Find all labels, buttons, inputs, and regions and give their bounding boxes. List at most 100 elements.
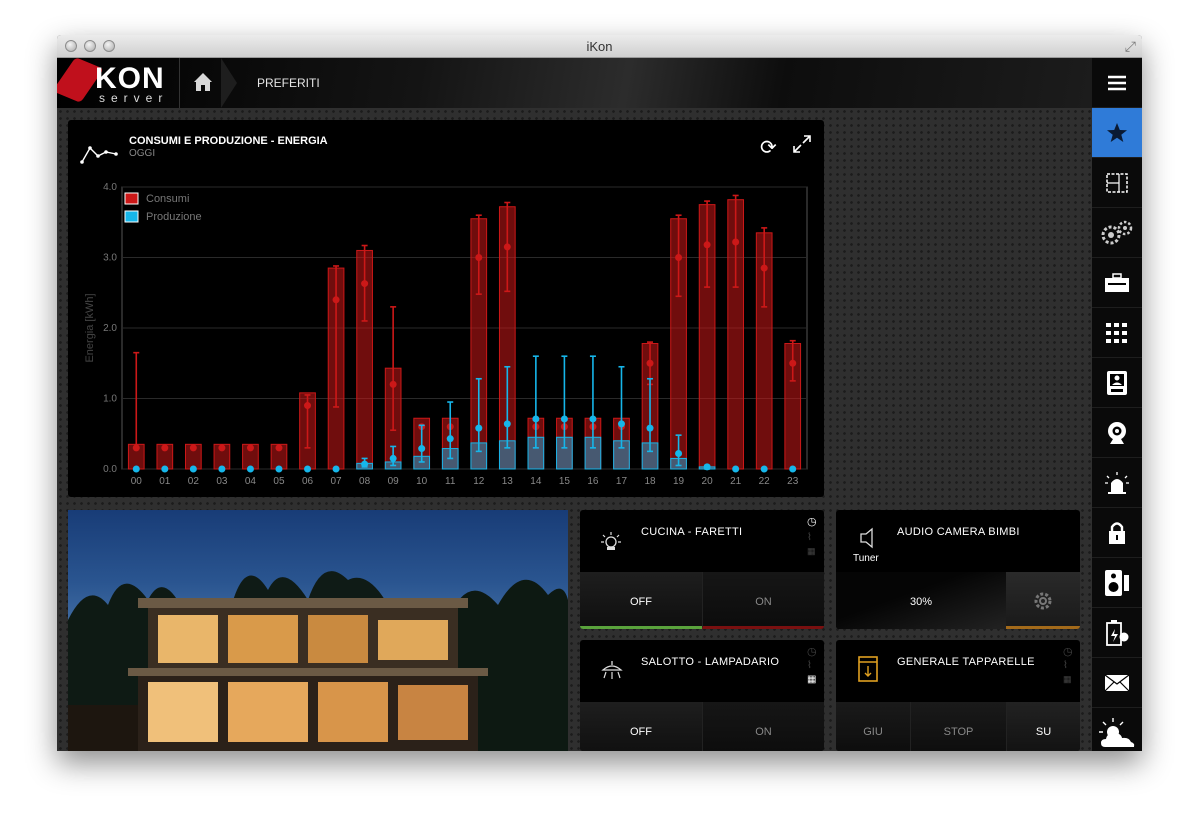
logo-subtext: server bbox=[99, 91, 169, 105]
consumi-point bbox=[675, 254, 683, 261]
volume-control[interactable]: 30% bbox=[836, 572, 1006, 629]
sidebar-item-favorites[interactable] bbox=[1092, 108, 1142, 158]
floorplan-icon bbox=[1106, 172, 1128, 193]
sidebar-item-lock[interactable] bbox=[1092, 508, 1142, 558]
speaker-box-icon bbox=[1105, 569, 1129, 596]
sidebar-item-keypad[interactable] bbox=[1092, 308, 1142, 358]
salotto-on-button[interactable]: ON bbox=[702, 702, 824, 751]
sidebar-item-mail[interactable] bbox=[1092, 658, 1142, 708]
menu-icon bbox=[1108, 75, 1126, 90]
y-tick-label: 2.0 bbox=[103, 323, 117, 334]
window-title: iKon bbox=[586, 39, 613, 54]
produzione-point bbox=[332, 465, 340, 473]
audio-settings-button[interactable] bbox=[1006, 572, 1080, 629]
cucina-off-button[interactable]: OFF bbox=[580, 572, 702, 629]
x-tick-label: 00 bbox=[131, 476, 143, 487]
produzione-point bbox=[304, 465, 312, 473]
chandelier-icon bbox=[601, 661, 623, 679]
shutter-icon bbox=[858, 656, 878, 682]
app-header: KON server PREFERITI bbox=[57, 57, 1092, 108]
legend-swatch bbox=[124, 192, 139, 205]
x-tick-label: 13 bbox=[502, 476, 514, 487]
main-content: CONSUMI E PRODUZIONE - ENERGIA OGGI ⟳ 0.… bbox=[57, 108, 1092, 751]
spotlight-icon bbox=[601, 532, 621, 550]
consumi-point bbox=[132, 444, 140, 452]
consumi-point bbox=[361, 280, 369, 288]
x-tick-label: 02 bbox=[188, 476, 200, 487]
legend-label: Consumi bbox=[146, 193, 189, 205]
home-icon bbox=[194, 73, 212, 91]
tapparelle-stop-button[interactable]: STOP bbox=[910, 702, 1006, 751]
salotto-off-button[interactable]: OFF bbox=[580, 702, 702, 751]
tile-label: CUCINA - FARETTI bbox=[641, 526, 743, 538]
tile-generale-tapparelle: GENERALE TAPPARELLE ◷ ⌇ ▦ GIU STOP SU bbox=[836, 640, 1080, 751]
x-tick-label: 19 bbox=[673, 476, 685, 487]
grid-small-icon: ▦ bbox=[1063, 674, 1072, 684]
cucina-on-button[interactable]: ON bbox=[702, 572, 824, 629]
produzione-point bbox=[703, 463, 711, 471]
sidebar-item-floorplan[interactable] bbox=[1092, 158, 1142, 208]
produzione-point bbox=[161, 465, 169, 473]
x-tick-label: 16 bbox=[587, 476, 599, 487]
consumi-point bbox=[246, 444, 254, 452]
x-tick-label: 01 bbox=[159, 476, 171, 487]
x-tick-label: 21 bbox=[730, 476, 742, 487]
gear-icon bbox=[1034, 592, 1052, 610]
sidebar-item-settings[interactable] bbox=[1092, 208, 1142, 258]
produzione-point bbox=[218, 465, 226, 473]
camera-icon bbox=[1108, 421, 1126, 444]
menu-button[interactable] bbox=[1092, 58, 1142, 108]
x-tick-label: 14 bbox=[530, 476, 542, 487]
produzione-point bbox=[275, 465, 283, 473]
energy-chart-widget: CONSUMI E PRODUZIONE - ENERGIA OGGI ⟳ 0.… bbox=[68, 120, 824, 497]
fullscreen-icon[interactable]: ⤢ bbox=[1125, 38, 1136, 55]
chart-small-icon: ⌇ bbox=[807, 660, 812, 671]
x-tick-label: 10 bbox=[416, 476, 428, 487]
grid-small-icon[interactable]: ▦ bbox=[807, 674, 816, 685]
sidebar-item-toolbox[interactable] bbox=[1092, 258, 1142, 308]
right-sidebar bbox=[1092, 58, 1142, 751]
grid-small-icon: ▦ bbox=[807, 546, 816, 556]
clock-icon[interactable]: ◷ bbox=[807, 515, 817, 528]
breadcrumb-separator bbox=[221, 58, 237, 108]
produzione-point bbox=[589, 415, 597, 423]
title-bar: iKon ⤢ bbox=[57, 35, 1142, 58]
produzione-point bbox=[617, 420, 625, 428]
settings-icon bbox=[1101, 220, 1133, 244]
sidebar-item-alarm[interactable] bbox=[1092, 458, 1142, 508]
x-tick-label: 20 bbox=[702, 476, 714, 487]
x-tick-label: 23 bbox=[787, 476, 799, 487]
x-tick-label: 17 bbox=[616, 476, 628, 487]
y-tick-label: 1.0 bbox=[103, 394, 117, 405]
sidebar-item-intercom[interactable] bbox=[1092, 358, 1142, 408]
tile-label: SALOTTO - LAMPADARIO bbox=[641, 656, 780, 668]
y-tick-label: 4.0 bbox=[103, 182, 117, 193]
sidebar-item-weather[interactable] bbox=[1092, 708, 1142, 751]
y-tick-label: 0.0 bbox=[103, 464, 117, 475]
consumi-point bbox=[503, 243, 511, 251]
consumi-point bbox=[475, 254, 483, 261]
tile-label: GENERALE TAPPARELLE bbox=[897, 656, 1035, 668]
energy-icon bbox=[1106, 619, 1129, 646]
consumi-point bbox=[703, 241, 711, 249]
toolbox-icon bbox=[1105, 272, 1129, 292]
lock-icon bbox=[1109, 521, 1125, 544]
tapparelle-giu-button[interactable]: GIU bbox=[836, 702, 910, 751]
keypad-icon bbox=[1106, 322, 1127, 343]
produzione-point bbox=[732, 465, 740, 473]
x-tick-label: 06 bbox=[302, 476, 314, 487]
sidebar-item-camera[interactable] bbox=[1092, 408, 1142, 458]
produzione-point bbox=[560, 415, 568, 423]
clock-icon: ◷ bbox=[807, 646, 817, 658]
tapparelle-su-button[interactable]: SU bbox=[1006, 702, 1080, 751]
x-tick-label: 12 bbox=[473, 476, 485, 487]
produzione-point bbox=[446, 435, 454, 443]
produzione-point bbox=[246, 465, 254, 473]
breadcrumb[interactable]: PREFERITI bbox=[257, 76, 320, 90]
sidebar-item-speaker[interactable] bbox=[1092, 558, 1142, 608]
tile-salotto-lampadario: SALOTTO - LAMPADARIO ◷ ⌇ ▦ OFF ON bbox=[580, 640, 824, 751]
tile-audio-camera-bimbi: Tuner AUDIO CAMERA BIMBI 30% bbox=[836, 510, 1080, 629]
sidebar-item-energy[interactable] bbox=[1092, 608, 1142, 658]
x-tick-label: 18 bbox=[644, 476, 656, 487]
produzione-point bbox=[675, 449, 683, 457]
